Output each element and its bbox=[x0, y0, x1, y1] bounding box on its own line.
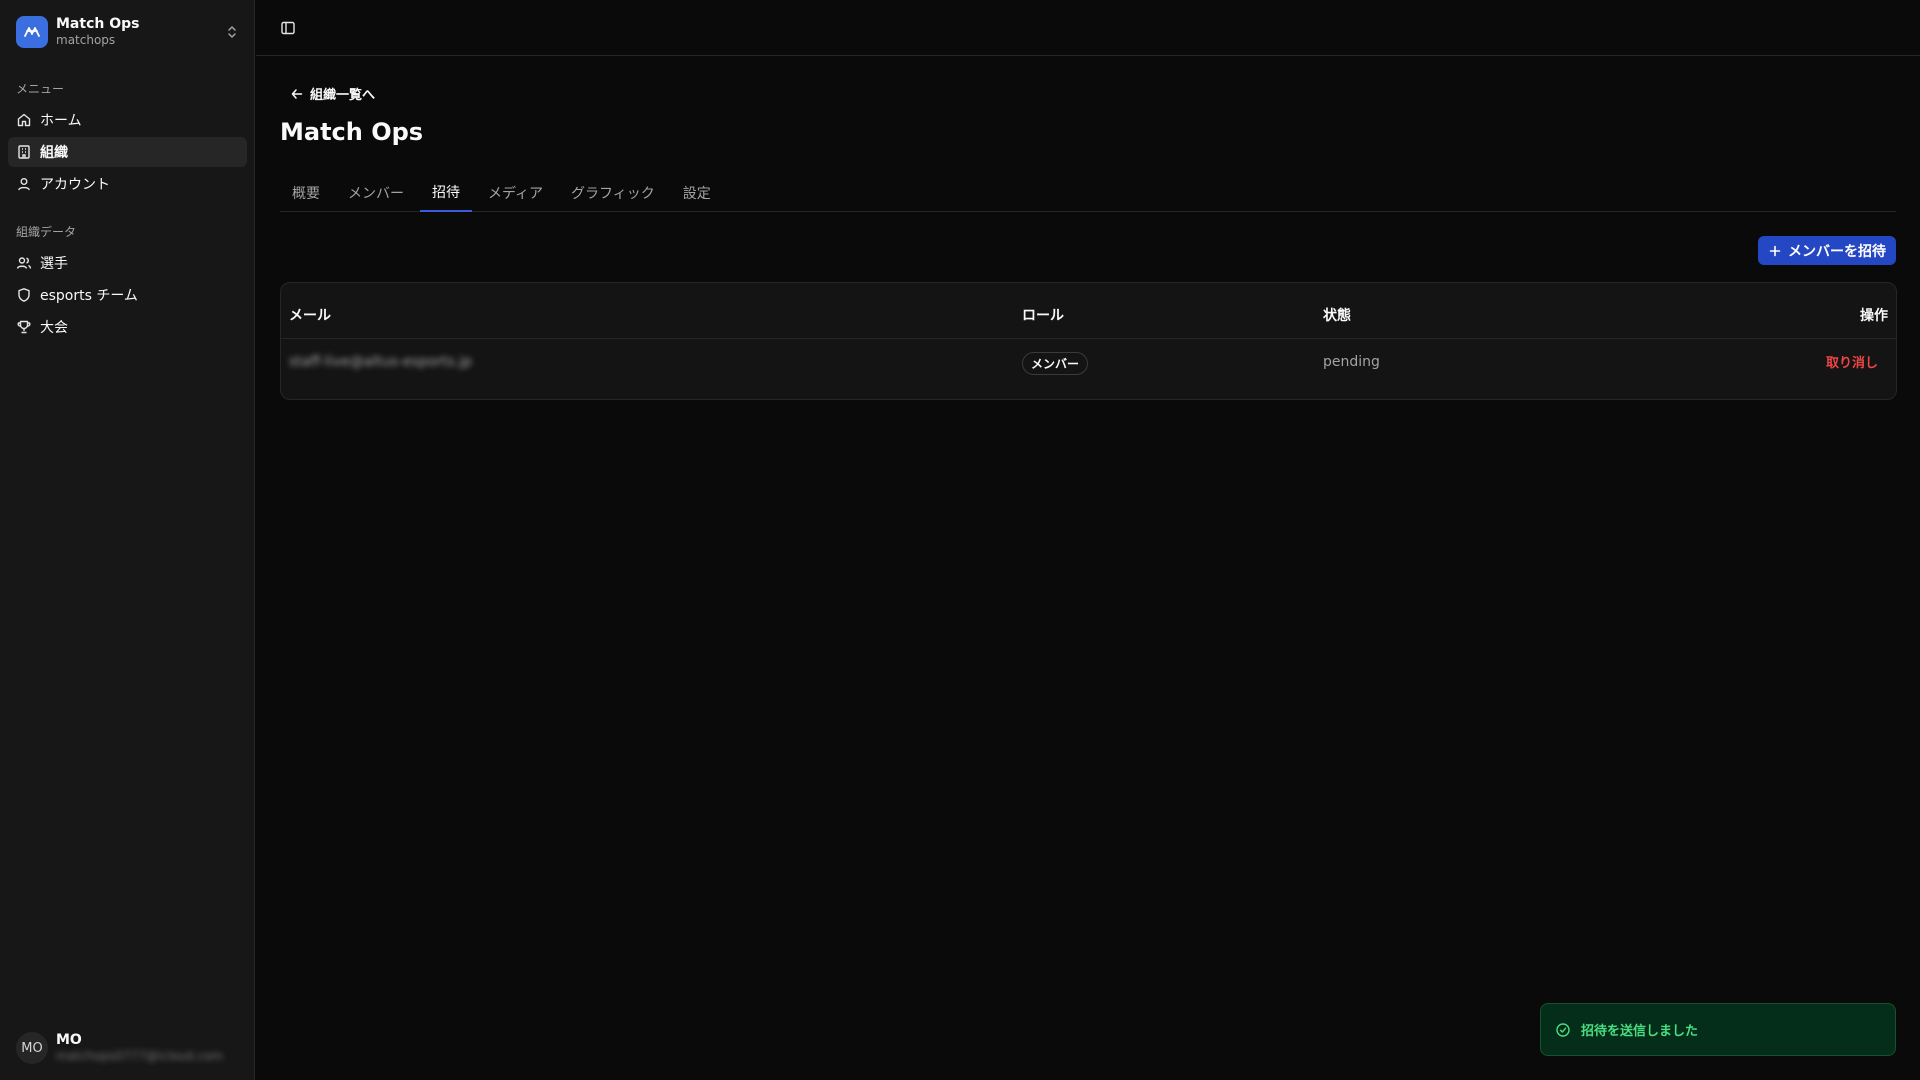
sidebar-toggle-button[interactable] bbox=[274, 14, 302, 42]
invite-member-button[interactable]: メンバーを招待 bbox=[1758, 236, 1896, 265]
panel-left-icon bbox=[280, 20, 296, 36]
sidebar-item-label: 大会 bbox=[40, 320, 68, 336]
user-name: MO bbox=[56, 1031, 82, 1048]
users-icon bbox=[16, 255, 32, 271]
sidebar-item-label: esports チーム bbox=[40, 288, 138, 304]
table-header: メール ロール 状態 操作 bbox=[281, 283, 1896, 339]
org-logo-icon bbox=[16, 16, 48, 48]
avatar: MO bbox=[16, 1032, 48, 1064]
tab-overview[interactable]: 概要 bbox=[280, 174, 332, 212]
sidebar-item-account[interactable]: アカウント bbox=[8, 169, 247, 199]
sidebar-item-esports-teams[interactable]: esports チーム bbox=[8, 280, 247, 310]
page-title: Match Ops bbox=[280, 118, 424, 146]
invite-member-label: メンバーを招待 bbox=[1788, 243, 1886, 260]
invitations-table: メール ロール 状態 操作 staff-live@altus-esports.j… bbox=[280, 282, 1897, 400]
column-header-status: 状態 bbox=[1323, 308, 1351, 324]
sidebar-item-tournaments[interactable]: 大会 bbox=[8, 312, 247, 342]
tab-members[interactable]: メンバー bbox=[336, 174, 416, 212]
tab-settings[interactable]: 設定 bbox=[671, 174, 723, 212]
org-switcher[interactable]: Match Ops matchops bbox=[8, 8, 247, 56]
success-toast: 招待を送信しました bbox=[1540, 1003, 1896, 1056]
tab-graphics[interactable]: グラフィック bbox=[559, 174, 667, 212]
column-header-email: メール bbox=[289, 308, 331, 324]
revoke-invite-button[interactable]: 取り消し bbox=[1826, 352, 1878, 371]
data-group-label: 組織データ bbox=[16, 225, 77, 239]
sidebar-item-label: 選手 bbox=[40, 256, 68, 272]
sidebar: Match Ops matchops メニュー ホーム 組織 アカウント 組織デ… bbox=[0, 0, 255, 1080]
tab-invitations[interactable]: 招待 bbox=[420, 174, 472, 212]
building-icon bbox=[16, 144, 32, 160]
home-icon bbox=[16, 112, 32, 128]
sidebar-item-label: ホーム bbox=[40, 113, 82, 129]
user-icon bbox=[16, 176, 32, 192]
org-name: Match Ops bbox=[56, 16, 140, 33]
column-header-role: ロール bbox=[1022, 308, 1064, 324]
back-to-org-list-link[interactable]: 組織一覧へ bbox=[290, 84, 375, 103]
user-menu[interactable]: MO MO matchops0777@icloud.com bbox=[8, 1024, 247, 1072]
user-email: matchops0777@icloud.com bbox=[56, 1049, 223, 1064]
sidebar-item-label: 組織 bbox=[40, 145, 68, 161]
sidebar-item-home[interactable]: ホーム bbox=[8, 105, 247, 135]
shield-icon bbox=[16, 287, 32, 303]
column-header-actions: 操作 bbox=[1860, 308, 1888, 324]
sidebar-item-organization[interactable]: 組織 bbox=[8, 137, 247, 167]
status-text: pending bbox=[1323, 354, 1380, 370]
back-link-label: 組織一覧へ bbox=[310, 88, 376, 103]
check-circle-icon bbox=[1555, 1022, 1571, 1038]
sidebar-item-players[interactable]: 選手 bbox=[8, 248, 247, 278]
chevrons-up-down-icon bbox=[225, 25, 239, 39]
toast-message: 招待を送信しました bbox=[1581, 1024, 1699, 1039]
tab-media[interactable]: メディア bbox=[476, 174, 555, 212]
menu-group-label: メニュー bbox=[16, 82, 65, 96]
arrow-left-icon bbox=[290, 87, 304, 101]
role-badge: メンバー bbox=[1022, 352, 1089, 375]
invite-email: staff-live@altus-esports.jp bbox=[289, 354, 473, 370]
trophy-icon bbox=[16, 319, 32, 335]
org-slug: matchops bbox=[56, 33, 116, 48]
tab-bar: 概要 メンバー 招待 メディア グラフィック 設定 bbox=[280, 174, 1896, 212]
table-row: staff-live@altus-esports.jp メンバー pending… bbox=[281, 340, 1896, 399]
plus-icon bbox=[1768, 244, 1782, 258]
sidebar-item-label: アカウント bbox=[40, 177, 110, 193]
top-bar bbox=[256, 0, 1920, 56]
